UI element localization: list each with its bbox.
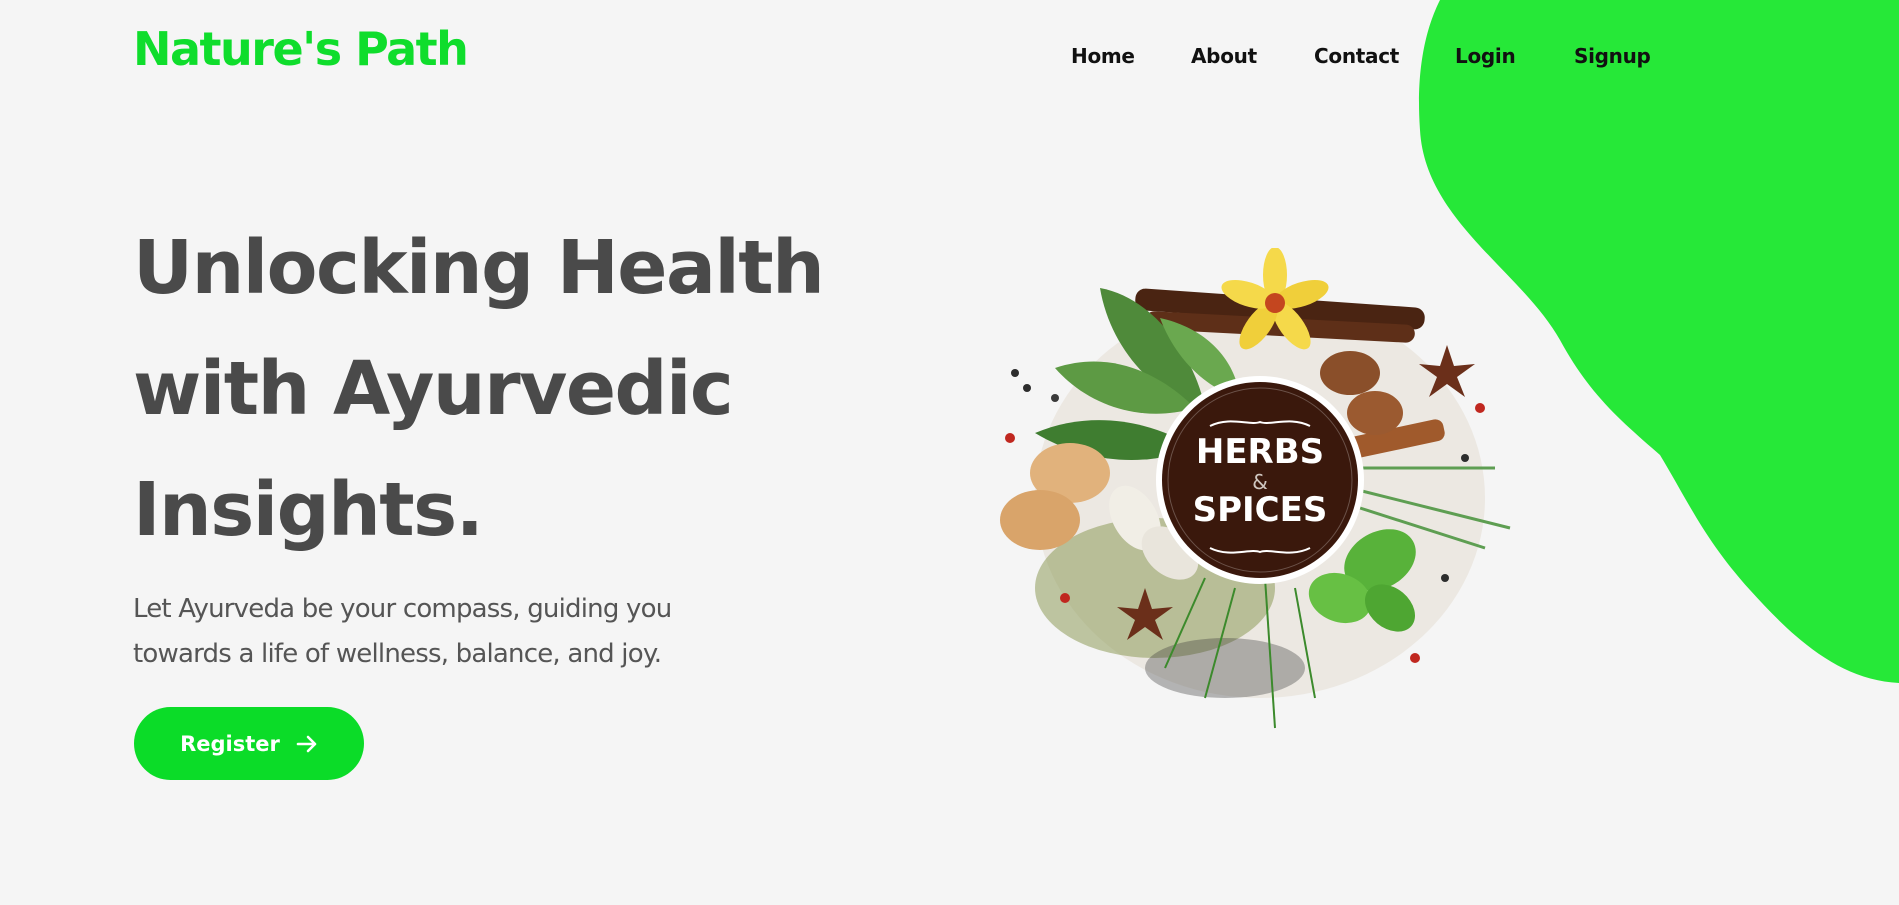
hero-title: Unlocking Health with Ayurvedic Insights…	[133, 208, 825, 571]
badge-text-spices: SPICES	[1193, 490, 1328, 530]
nav-about[interactable]: About	[1191, 44, 1257, 68]
hero-title-line: Insights.	[133, 467, 484, 553]
badge-text-herbs: HERBS	[1196, 432, 1324, 472]
arrow-right-icon	[296, 734, 318, 754]
herbs-spices-illustration: HERBS & SPICES	[1000, 248, 1511, 729]
nav-home[interactable]: Home	[1071, 44, 1135, 68]
hero-subtitle: Let Ayurveda be your compass, guiding yo…	[133, 587, 672, 677]
hero-subtitle-line: Let Ayurveda be your compass, guiding yo…	[133, 594, 672, 624]
register-button-label: Register	[180, 731, 280, 756]
nav-login[interactable]: Login	[1455, 44, 1516, 68]
hero-subtitle-line: towards a life of wellness, balance, and…	[133, 639, 662, 669]
register-button[interactable]: Register	[134, 707, 364, 780]
nav-contact[interactable]: Contact	[1314, 44, 1399, 68]
nav-signup[interactable]: Signup	[1574, 44, 1651, 68]
hero-title-line: with Ayurvedic	[133, 346, 734, 432]
brand-logo[interactable]: Nature's Path	[133, 22, 469, 76]
hero-title-line: Unlocking Health	[133, 225, 825, 311]
